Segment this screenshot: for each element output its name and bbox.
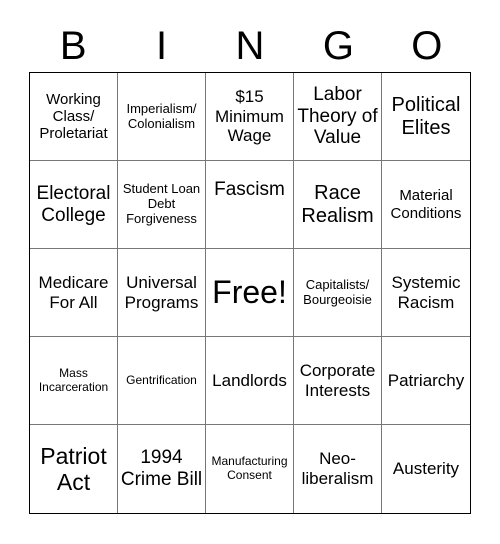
- header-letter-n: N: [235, 24, 265, 68]
- bingo-cell[interactable]: Patriot Act: [30, 425, 118, 513]
- bingo-cell[interactable]: Corporate Interests: [294, 337, 382, 425]
- bingo-cell[interactable]: Manufacturing Consent: [206, 425, 294, 513]
- free-space[interactable]: Free!: [206, 249, 294, 337]
- bingo-header: B I N G O: [29, 20, 471, 72]
- bingo-cell[interactable]: Material Conditions: [382, 161, 470, 249]
- header-letter-i: I: [156, 24, 168, 68]
- bingo-cell[interactable]: Patriarchy: [382, 337, 470, 425]
- bingo-cell[interactable]: Landlords: [206, 337, 294, 425]
- bingo-cell[interactable]: Race Realism: [294, 161, 382, 249]
- bingo-cell[interactable]: Political Elites: [382, 73, 470, 161]
- header-letter-b: B: [59, 24, 87, 68]
- bingo-cell[interactable]: Imperialism/ Colonialism: [118, 73, 206, 161]
- bingo-cell[interactable]: Student Loan Debt Forgiveness: [118, 161, 206, 249]
- bingo-cell[interactable]: Electoral College: [30, 161, 118, 249]
- bingo-cell[interactable]: Medicare For All: [30, 249, 118, 337]
- bingo-cell[interactable]: Gentrification: [118, 337, 206, 425]
- bingo-cell[interactable]: Mass Incarceration: [30, 337, 118, 425]
- bingo-cell[interactable]: Fascism: [206, 161, 294, 249]
- bingo-cell[interactable]: Austerity: [382, 425, 470, 513]
- bingo-cell[interactable]: Systemic Racism: [382, 249, 470, 337]
- bingo-card: Working Class/ Proletariat Imperialism/ …: [29, 72, 471, 514]
- header-letter-o: O: [411, 24, 443, 68]
- bingo-cell[interactable]: $15 Minimum Wage: [206, 73, 294, 161]
- bingo-cell[interactable]: Universal Programs: [118, 249, 206, 337]
- header-letter-g: G: [322, 24, 354, 68]
- bingo-cell[interactable]: Neo-liberalism: [294, 425, 382, 513]
- bingo-cell[interactable]: Working Class/ Proletariat: [30, 73, 118, 161]
- bingo-cell[interactable]: Capitalists/ Bourgeoisie: [294, 249, 382, 337]
- bingo-cell[interactable]: 1994 Crime Bill: [118, 425, 206, 513]
- bingo-cell[interactable]: Labor Theory of Value: [294, 73, 382, 161]
